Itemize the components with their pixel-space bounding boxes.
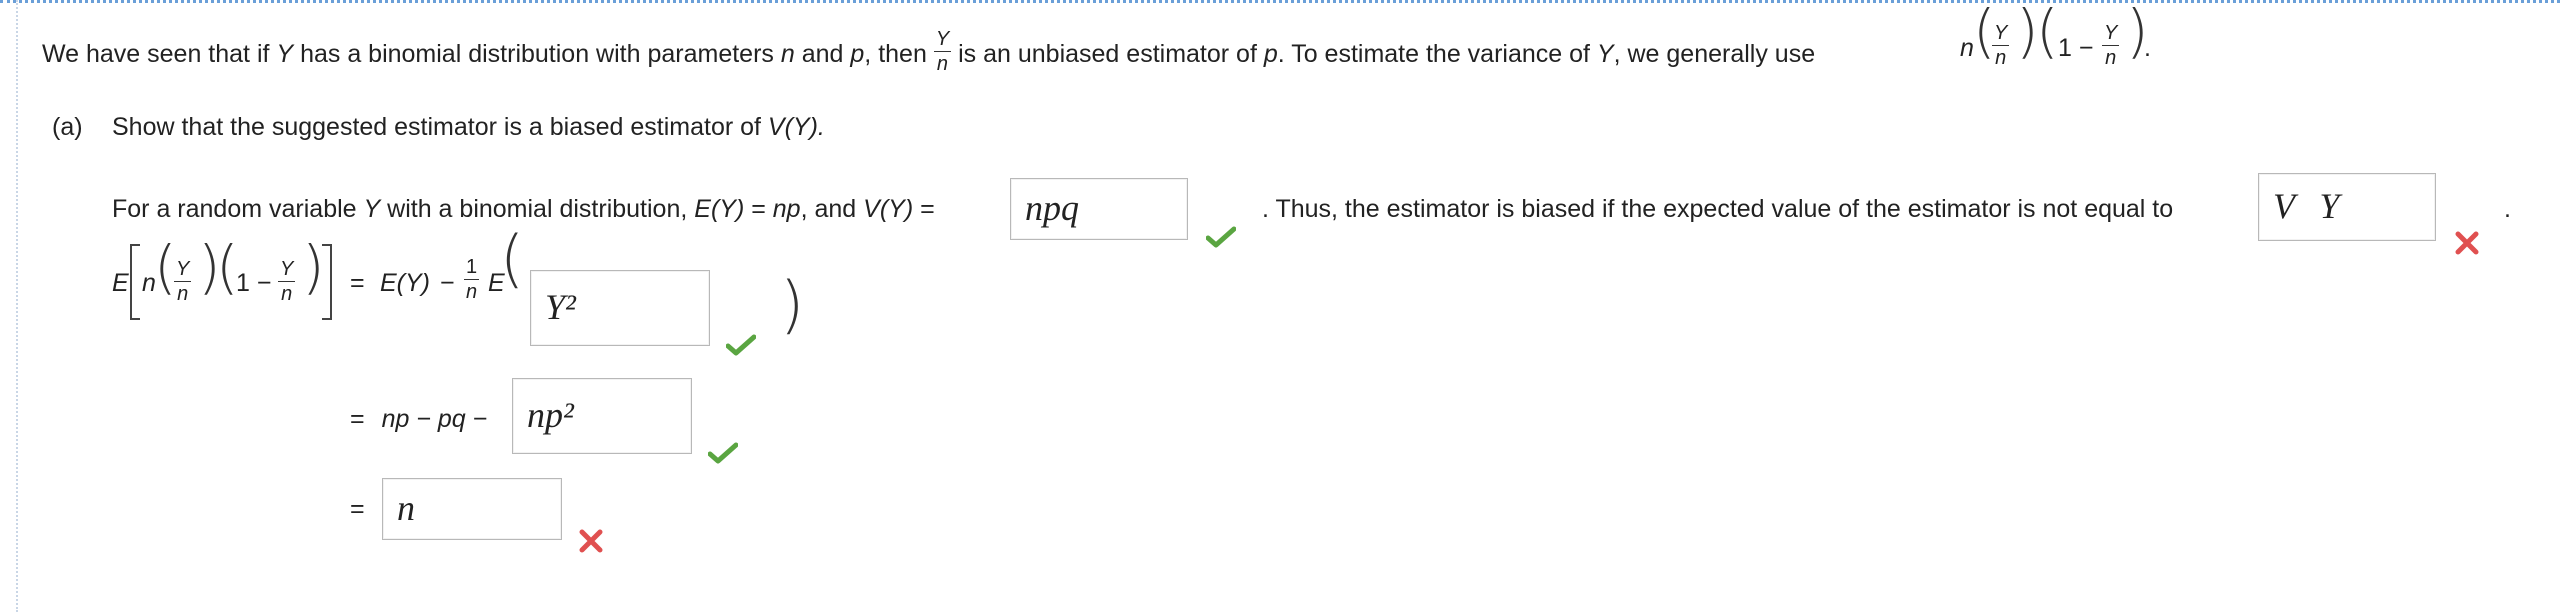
expectation-answer-input[interactable]: Y² xyxy=(530,270,710,346)
final-line-equals: = xyxy=(350,495,365,523)
final-answer-input[interactable]: n xyxy=(382,478,562,540)
intro-fraction: Yn xyxy=(933,28,952,75)
estimator-expectation: E n ( Yn ) ( 1 − Yn ) xyxy=(112,238,352,322)
part-a-label: (a) xyxy=(52,113,83,141)
correct-check-icon xyxy=(726,334,756,356)
incorrect-cross-icon xyxy=(579,529,603,553)
intro-line: We have seen that if Y has a binomial di… xyxy=(42,28,1816,75)
part-a-prompt: Show that the suggested estimator is a b… xyxy=(112,113,825,141)
closing-paren: ) xyxy=(780,268,805,341)
left-dotted-border xyxy=(16,0,18,612)
second-answer-input[interactable]: np² xyxy=(512,378,692,454)
target-answer-input[interactable]: V Y xyxy=(2258,173,2436,241)
variance-sentence: For a random variable Y with a binomial … xyxy=(112,195,935,223)
top-dotted-border xyxy=(0,0,2560,3)
incorrect-cross-icon xyxy=(2455,231,2479,255)
biased-sentence: . Thus, the estimator is biased if the e… xyxy=(1262,195,2174,223)
correct-check-icon xyxy=(708,442,738,464)
variance-answer-input[interactable]: npq xyxy=(1010,178,1188,240)
sentence-period: . xyxy=(2504,195,2511,223)
correct-check-icon xyxy=(1206,226,1236,248)
second-line: = np − pq − xyxy=(350,405,488,433)
